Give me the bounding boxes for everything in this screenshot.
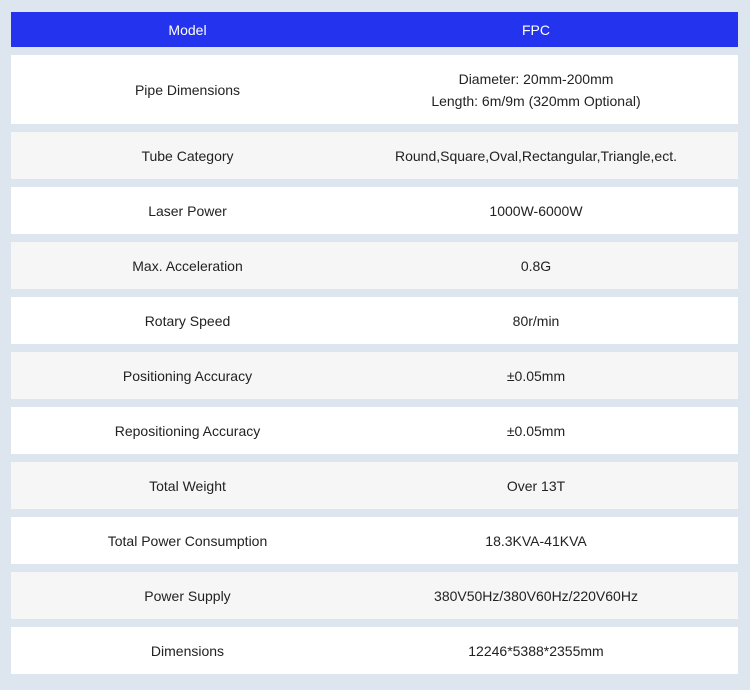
- table-row-rotary-speed: Rotary Speed 80r/min: [11, 297, 738, 344]
- row-label: Laser Power: [148, 202, 227, 219]
- header-fpc: FPC: [522, 21, 550, 38]
- table-row-dimensions: Dimensions 12246*5388*2355mm: [11, 627, 738, 674]
- row-value: Round,Square,Oval,Rectangular,Triangle,e…: [395, 147, 677, 164]
- row-value: 80r/min: [512, 312, 560, 329]
- row-label: Rotary Speed: [144, 312, 231, 329]
- table-row-pipe-dimensions: Pipe Dimensions Diameter: 20mm-200mm Len…: [11, 55, 738, 124]
- row-value-line-length: Length: 6m/9m (320mm Optional): [431, 92, 641, 109]
- row-value: 12246*5388*2355mm: [468, 642, 604, 659]
- table-header: Model FPC: [11, 12, 738, 47]
- row-value-line-diameter: Diameter: 20mm-200mm: [458, 70, 614, 87]
- row-label: Max. Acceleration: [132, 257, 243, 274]
- row-value: 0.8G: [520, 257, 552, 274]
- table-row-max-acceleration: Max. Acceleration 0.8G: [11, 242, 738, 289]
- row-label: Total Weight: [149, 477, 226, 494]
- row-value: ±0.05mm: [506, 367, 566, 384]
- table-row-repositioning-accuracy: Repositioning Accuracy ±0.05mm: [11, 407, 738, 454]
- row-label: Positioning Accuracy: [122, 367, 253, 384]
- row-value: 380V50Hz/380V60Hz/220V60Hz: [434, 587, 638, 604]
- header-model: Model: [168, 21, 207, 38]
- row-label: Pipe Dimensions: [134, 81, 241, 98]
- table-row-laser-power: Laser Power 1000W-6000W: [11, 187, 738, 234]
- row-label: Total Power Consumption: [107, 532, 268, 549]
- row-label: Dimensions: [150, 642, 225, 659]
- table-row-tube-category: Tube Category Round,Square,Oval,Rectangu…: [11, 132, 738, 179]
- row-label: Tube Category: [141, 147, 234, 164]
- table-row-total-weight: Total Weight Over 13T: [11, 462, 738, 509]
- table-row-total-power-consumption: Total Power Consumption 18.3KVA-41KVA: [11, 517, 738, 564]
- row-value: 1000W-6000W: [489, 202, 583, 219]
- row-label: Power Supply: [144, 587, 231, 604]
- row-value: Over 13T: [506, 477, 566, 494]
- table-row-positioning-accuracy: Positioning Accuracy ±0.05mm: [11, 352, 738, 399]
- row-value: ±0.05mm: [506, 422, 566, 439]
- row-value: 18.3KVA-41KVA: [485, 532, 587, 549]
- spec-table: Model FPC Pipe Dimensions Diameter: 20mm…: [11, 12, 738, 682]
- row-label: Repositioning Accuracy: [114, 422, 261, 439]
- table-row-power-supply: Power Supply 380V50Hz/380V60Hz/220V60Hz: [11, 572, 738, 619]
- row-value: Diameter: 20mm-200mm Length: 6m/9m (320m…: [364, 68, 708, 112]
